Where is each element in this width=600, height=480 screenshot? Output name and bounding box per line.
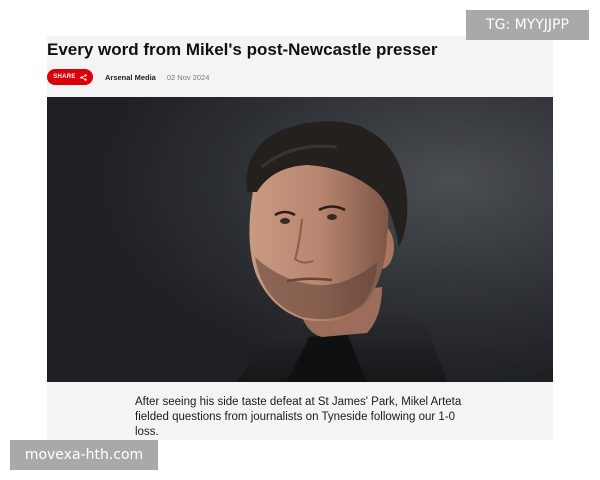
site-watermark: movexa-hth.com [10, 440, 158, 470]
article-meta: SHARE Arsenal Media 02 Nov 2024 [47, 69, 209, 85]
share-label: SHARE [53, 74, 76, 80]
article-headline: Every word from Mikel's post-Newcastle p… [47, 40, 438, 59]
article-intro: After seeing his side taste defeat at St… [135, 396, 462, 438]
hero-image [47, 97, 553, 382]
share-button[interactable]: SHARE [47, 69, 93, 85]
tg-watermark: TG: MYYJJPP [466, 10, 589, 40]
article-card: Every word from Mikel's post-Newcastle p… [47, 36, 553, 440]
article-author[interactable]: Arsenal Media [105, 73, 156, 82]
hero-photo-illustration [47, 97, 553, 382]
article-date: 02 Nov 2024 [166, 72, 210, 82]
share-icon [80, 73, 87, 81]
